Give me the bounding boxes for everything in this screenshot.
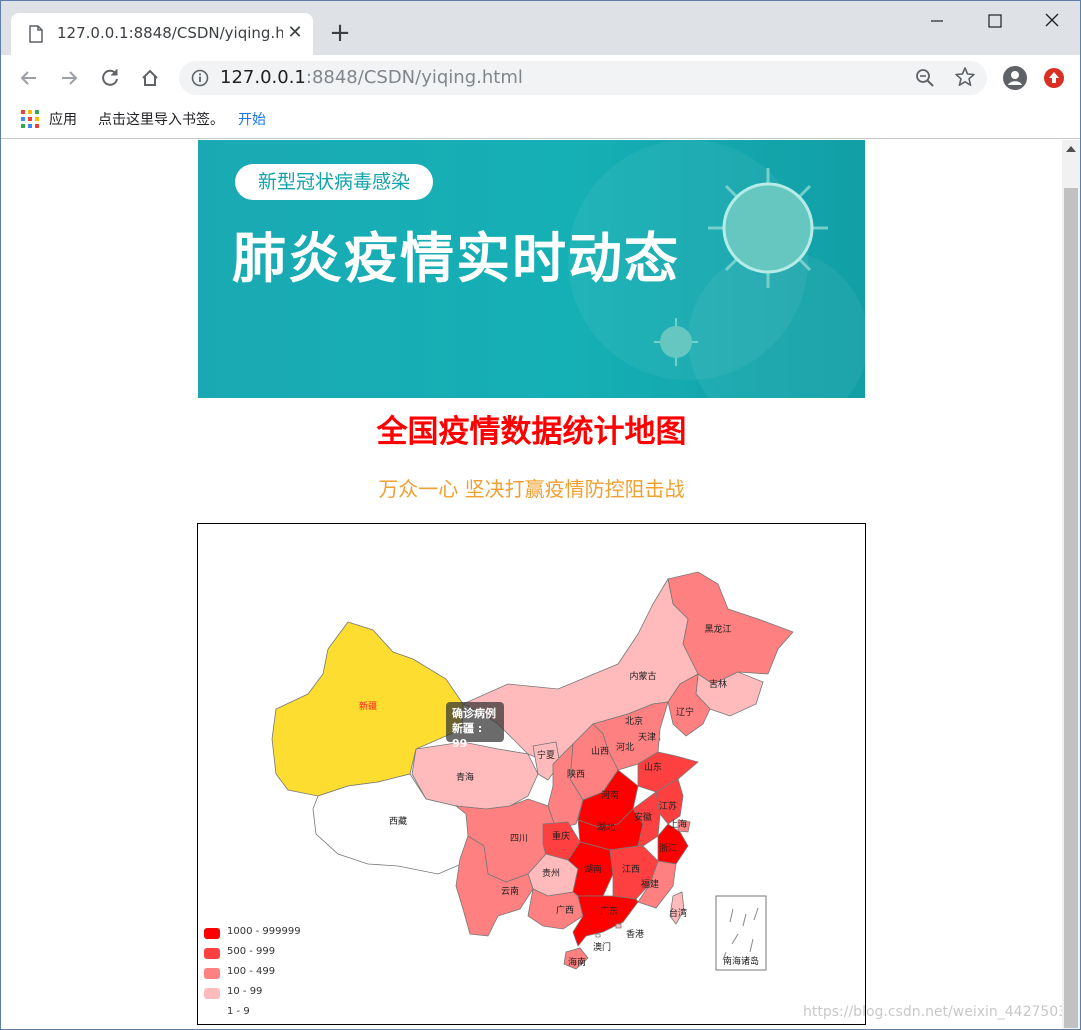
- legend-swatch: [204, 988, 220, 999]
- tab-close-icon[interactable]: ✕: [283, 21, 307, 45]
- url-path: :8848/CSDN/yiqing.html: [305, 67, 523, 88]
- legend-label: 1000 - 999999: [227, 926, 301, 937]
- home-icon[interactable]: [135, 63, 165, 93]
- province-label: 江苏: [659, 800, 677, 812]
- legend-label: 10 - 99: [227, 986, 263, 997]
- tab-title: 127.0.0.1:8848/CSDN/yiqing.ht: [57, 24, 283, 42]
- banner-tag: 新型冠状病毒感染: [235, 164, 433, 200]
- legend-item[interactable]: 10 - 99: [204, 986, 344, 1002]
- province-澳门[interactable]: [595, 933, 601, 938]
- province-label: 重庆: [552, 830, 570, 842]
- toolbar: 127.0.0.1:8848/CSDN/yiqing.html: [1, 55, 1080, 101]
- province-label: 上海: [669, 818, 687, 830]
- browser-window: 127.0.0.1:8848/CSDN/yiqing.ht ✕ + 127.0.…: [0, 0, 1081, 1030]
- province-青海[interactable]: [411, 741, 539, 810]
- watermark: https://blog.csdn.net/weixin_44275036: [803, 1004, 1062, 1020]
- back-icon[interactable]: [14, 63, 44, 93]
- province-香港[interactable]: [615, 923, 622, 929]
- bookmarks-bar: 应用 点击这里导入书签。 开始: [1, 101, 1080, 139]
- province-label: 天津: [638, 732, 656, 743]
- province-label: 浙江: [659, 842, 677, 854]
- province-label: 澳门: [593, 941, 611, 953]
- page-title: 全国疫情数据统计地图: [376, 414, 687, 450]
- extension-icon[interactable]: [1043, 67, 1065, 89]
- zoom-icon[interactable]: [914, 67, 936, 89]
- tooltip-title: 确诊病例: [452, 707, 496, 720]
- legend-item[interactable]: 100 - 499: [204, 966, 344, 982]
- province-label: 安徽: [634, 811, 652, 823]
- bookmark-star-icon[interactable]: [953, 65, 977, 89]
- legend-label: 100 - 499: [227, 966, 276, 977]
- inset-label: 南海诸岛: [723, 955, 759, 967]
- province-label: 香港: [626, 928, 644, 940]
- browser-tab[interactable]: 127.0.0.1:8848/CSDN/yiqing.ht ✕: [11, 13, 313, 55]
- province-label: 海南: [568, 956, 586, 968]
- tooltip-value: 新疆 : 99: [452, 722, 483, 750]
- legend-swatch: [204, 968, 220, 979]
- province-label: 四川: [510, 834, 528, 844]
- legend-label: 500 - 999: [227, 946, 276, 957]
- province-label: 辽宁: [676, 706, 694, 718]
- scroll-up-arrow-icon[interactable]: [1066, 146, 1076, 152]
- legend-swatch: [204, 948, 220, 959]
- page-viewport: 新型冠状病毒感染 肺炎疫情实时动态 全国疫情数据统计地图 万众一心 坚决打赢疫情…: [1, 140, 1062, 1029]
- province-label: 黑龙江: [704, 623, 731, 635]
- province-label: 河北: [616, 741, 634, 753]
- province-label: 广东: [600, 905, 618, 917]
- province-label: 山东: [644, 761, 662, 773]
- page-icon: [29, 25, 43, 43]
- province-label: 广西: [556, 904, 574, 916]
- legend-swatch: [204, 928, 220, 939]
- legend-item[interactable]: 1000 - 999999: [204, 926, 344, 942]
- province-label: 青海: [456, 771, 474, 783]
- banner-title: 肺炎疫情实时动态: [232, 226, 680, 290]
- start-link[interactable]: 开始: [238, 109, 266, 129]
- province-label: 贵州: [542, 867, 560, 879]
- province-label: 台湾: [669, 907, 687, 919]
- province-label: 西藏: [389, 815, 407, 827]
- south-china-sea-inset: 南海诸岛: [715, 895, 767, 971]
- import-bookmarks-hint[interactable]: 点击这里导入书签。: [98, 109, 224, 129]
- address-bar[interactable]: 127.0.0.1:8848/CSDN/yiqing.html: [179, 61, 987, 95]
- banner-image: 新型冠状病毒感染 肺炎疫情实时动态: [198, 140, 865, 398]
- title-bar: 127.0.0.1:8848/CSDN/yiqing.ht ✕ +: [1, 1, 1080, 55]
- scroll-thumb[interactable]: [1064, 188, 1078, 1028]
- map-tooltip: 确诊病例 新疆 : 99: [446, 702, 504, 750]
- province-label: 北京: [625, 715, 643, 727]
- page-subtitle: 万众一心 坚决打赢疫情防控阻击战: [378, 477, 685, 501]
- legend-item[interactable]: 500 - 999: [204, 946, 344, 962]
- minimize-icon[interactable]: [913, 9, 959, 33]
- close-window-icon[interactable]: [1029, 9, 1075, 33]
- province-label: 江西: [622, 864, 640, 875]
- province-label: 内蒙古: [629, 670, 656, 682]
- province-label: 山西: [591, 746, 609, 757]
- province-label: 湖南: [584, 863, 602, 875]
- province-label: 吉林: [709, 678, 727, 690]
- province-label: 云南: [501, 885, 519, 897]
- map-container[interactable]: 黑龙江内蒙古吉林辽宁北京天津 河北 山西山东 宁夏 陕西河南 青海 新疆西藏四川 重庆 湖北 安徽…: [197, 523, 866, 1025]
- maximize-icon[interactable]: [971, 9, 1017, 33]
- scrollbar[interactable]: [1062, 140, 1080, 1029]
- province-label: 湖北: [597, 822, 615, 833]
- province-label: 福建: [641, 878, 659, 890]
- new-tab-icon[interactable]: +: [327, 20, 353, 46]
- legend-swatch: [204, 1008, 220, 1019]
- province-label: 河南: [601, 789, 619, 801]
- apps-bookmark[interactable]: 应用: [49, 109, 77, 129]
- legend-label: 1 - 9: [227, 1006, 250, 1017]
- legend-item[interactable]: 1 - 9: [204, 1006, 344, 1022]
- province-台湾[interactable]: [669, 891, 685, 925]
- info-icon[interactable]: [191, 69, 209, 87]
- province-label: 宁夏: [537, 749, 555, 761]
- url-text[interactable]: 127.0.0.1:8848/CSDN/yiqing.html: [220, 67, 523, 88]
- forward-icon[interactable]: [54, 63, 84, 93]
- apps-grid-icon[interactable]: [21, 110, 39, 128]
- province-label: 陕西: [567, 768, 585, 780]
- reload-icon[interactable]: [95, 63, 125, 93]
- profile-icon[interactable]: [1002, 65, 1028, 91]
- province-label: 新疆: [359, 700, 377, 712]
- url-host: 127.0.0.1: [220, 67, 306, 88]
